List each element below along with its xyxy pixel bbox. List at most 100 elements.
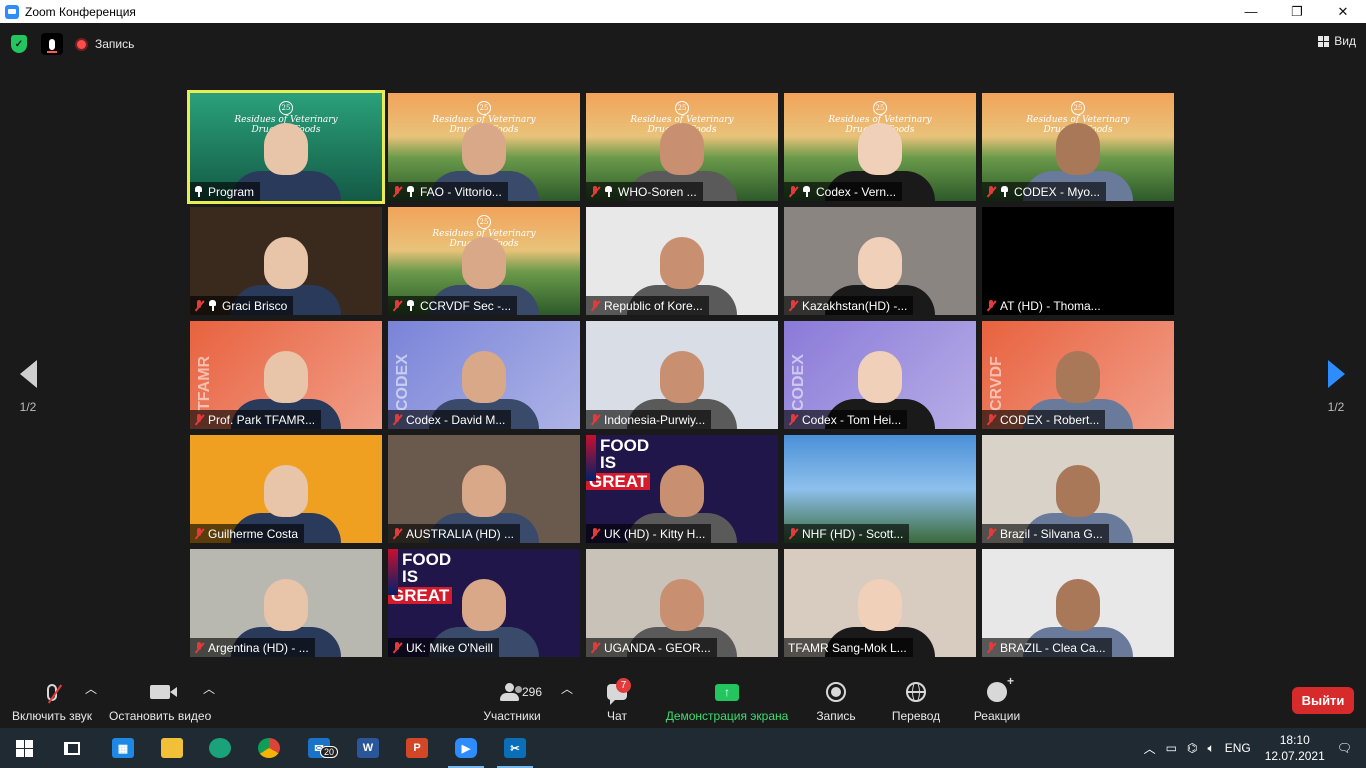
taskbar-chrome[interactable] xyxy=(256,736,282,760)
video-camera-icon xyxy=(150,685,177,699)
maximize-button[interactable]: ❐ xyxy=(1274,0,1320,23)
muted-mic-icon xyxy=(788,413,798,426)
taskbar-snip[interactable]: ✂ xyxy=(497,736,533,768)
participant-video-tile[interactable]: Guilherme Costa xyxy=(190,435,382,543)
participant-video-tile[interactable]: 25Residues of VeterinaryDrugs in FoodsFA… xyxy=(388,93,580,201)
taskbar-calendar-app[interactable]: ▦ xyxy=(110,736,136,760)
participant-video-tile[interactable]: TFAMR Sang-Mok L... xyxy=(784,549,976,657)
emoji-add-icon xyxy=(987,674,1014,702)
participant-face xyxy=(660,237,704,289)
participant-video-tile[interactable]: 25Residues of VeterinaryDrugs in FoodsWH… xyxy=(586,93,778,201)
participant-video-tile[interactable]: Indonesia-Purwiy... xyxy=(586,321,778,429)
spotlight-pin-icon xyxy=(1000,186,1009,197)
chat-button[interactable]: 7 Чат xyxy=(600,678,634,723)
muted-mic-icon xyxy=(986,641,996,654)
close-window-button[interactable]: ✕ xyxy=(1320,0,1366,23)
participant-video-tile[interactable]: UGANDA - GEOR... xyxy=(586,549,778,657)
battery-icon[interactable]: ▭ xyxy=(1166,741,1177,755)
session-number: 25 xyxy=(675,101,689,115)
security-shield-icon[interactable]: ✓ xyxy=(11,35,27,53)
audio-options-chevron-icon[interactable]: ︿ xyxy=(85,680,97,697)
session-number: 25 xyxy=(1071,101,1085,115)
leave-meeting-button[interactable]: Выйти xyxy=(1292,687,1354,714)
participant-face xyxy=(660,351,704,403)
muted-mic-icon xyxy=(986,413,996,426)
taskbar-file-explorer[interactable] xyxy=(159,736,185,760)
participant-video-tile[interactable]: 25Residues of VeterinaryDrugs in FoodsCO… xyxy=(982,93,1174,201)
participant-name: Program xyxy=(208,184,255,199)
video-gallery: 25Residues of VeterinaryDrugs in FoodsPr… xyxy=(187,90,1176,657)
taskbar-powerpoint[interactable]: P xyxy=(404,736,430,760)
participant-video-tile[interactable]: 25Residues of VeterinaryDrugs in FoodsCC… xyxy=(388,207,580,315)
participant-video-tile[interactable]: AUSTRALIA (HD) ... xyxy=(388,435,580,543)
uk-flag-icon xyxy=(388,549,398,595)
input-language[interactable]: ENG xyxy=(1225,741,1251,755)
recording-indicator[interactable]: Запись xyxy=(75,33,134,55)
taskbar-zoom[interactable]: ▶ xyxy=(448,736,484,768)
participant-video-tile[interactable]: TFAMR Prof. Park TFAMR... xyxy=(190,321,382,429)
participant-name-label: Program xyxy=(190,182,261,201)
participant-video-tile[interactable]: Brazil - Silvana G... xyxy=(982,435,1174,543)
taskbar-word[interactable]: W xyxy=(355,736,381,760)
participant-video-tile[interactable]: 25Residues of VeterinaryDrugs in FoodsCo… xyxy=(784,93,976,201)
participant-video-tile[interactable]: FOOD IS GREAT UK (HD) - Kitty H... xyxy=(586,435,778,543)
participant-video-tile[interactable]: Argentina (HD) - ... xyxy=(190,549,382,657)
participant-name-label: CODEX - Robert... xyxy=(982,410,1106,429)
muted-mic-icon xyxy=(788,527,798,540)
muted-mic-icon xyxy=(590,527,600,540)
calendar-icon: ▦ xyxy=(112,738,134,758)
stop-video-label: Остановить видео xyxy=(109,709,212,723)
stop-video-button[interactable]: Остановить видео xyxy=(109,680,211,723)
taskbar-mail[interactable]: ✉ 20 xyxy=(306,736,339,760)
speaker-mic-icon[interactable] xyxy=(41,33,63,55)
participants-count: 296 xyxy=(521,685,542,699)
participant-face xyxy=(462,237,506,289)
muted-mic-icon xyxy=(194,527,204,540)
participant-video-tile[interactable]: 25Residues of VeterinaryDrugs in FoodsPr… xyxy=(187,90,385,204)
participant-video-tile[interactable]: CODEX Codex - Tom Hei... xyxy=(784,321,976,429)
participant-face xyxy=(462,351,506,403)
view-button[interactable]: Вид xyxy=(1318,34,1356,48)
unmute-button[interactable]: Включить звук xyxy=(10,680,94,723)
translate-label: Перевод xyxy=(891,709,941,723)
record-button[interactable]: Запись xyxy=(813,680,859,723)
participant-name: TFAMR Sang-Mok L... xyxy=(788,640,907,655)
minimize-button[interactable]: — xyxy=(1228,0,1274,23)
taskbar-clock[interactable]: 18:10 12.07.2021 xyxy=(1265,732,1325,764)
next-page-button[interactable]: 1/2 xyxy=(1321,360,1351,414)
participant-name: Codex - David M... xyxy=(406,412,506,427)
participants-chevron-icon[interactable]: ︿ xyxy=(561,680,573,697)
participant-video-tile[interactable]: Graci Brisco xyxy=(190,207,382,315)
spotlight-pin-icon xyxy=(406,300,415,311)
muted-mic-icon xyxy=(590,299,600,312)
video-options-chevron-icon[interactable]: ︿ xyxy=(203,680,215,697)
translate-button[interactable]: Перевод xyxy=(889,680,943,723)
participant-face xyxy=(858,579,902,631)
participant-video-tile[interactable]: FOOD IS GREAT UK: Mike O'Neill xyxy=(388,549,580,657)
network-icon[interactable]: ⌬ xyxy=(1187,741,1197,755)
participant-video-tile[interactable]: Republic of Kore... xyxy=(586,207,778,315)
participant-face xyxy=(462,579,506,631)
task-view-button[interactable] xyxy=(59,736,85,760)
participant-video-tile[interactable]: CODEX Codex - David M... xyxy=(388,321,580,429)
volume-icon[interactable]: 🔈︎ xyxy=(1207,741,1214,756)
reactions-button[interactable]: Реакции xyxy=(970,674,1024,723)
participant-video-tile[interactable]: NHF (HD) - Scott... xyxy=(784,435,976,543)
share-screen-label: Демонстрация экрана xyxy=(665,709,789,723)
participant-video-tile[interactable]: Kazakhstan(HD) -... xyxy=(784,207,976,315)
share-screen-button[interactable]: ↑ Демонстрация экрана xyxy=(664,680,790,723)
notifications-icon[interactable]: 🗨︎ xyxy=(1337,741,1352,755)
participant-video-tile[interactable]: AT (HD) - Thoma... xyxy=(982,207,1174,315)
participant-name-label: CCRVDF Sec -... xyxy=(388,296,518,315)
system-tray: ︿ ▭ ⌬ 🔈︎ ENG 18:10 12.07.2021 🗨︎ xyxy=(1144,728,1366,768)
participant-name: AUSTRALIA (HD) ... xyxy=(406,526,515,541)
participants-button[interactable]: 296 Участники xyxy=(482,680,542,723)
prev-page-button[interactable]: 1/2 xyxy=(13,360,43,414)
tray-overflow-chevron-icon[interactable]: ︿ xyxy=(1144,740,1156,757)
participant-video-tile[interactable]: BRAZIL - Clea Ca... xyxy=(982,549,1174,657)
record-icon xyxy=(826,682,846,702)
participant-video-tile[interactable]: CRVDF CODEX - Robert... xyxy=(982,321,1174,429)
participant-name: Brazil - Silvana G... xyxy=(1000,526,1103,541)
taskbar-edge[interactable] xyxy=(207,736,233,760)
start-button[interactable] xyxy=(11,736,37,760)
